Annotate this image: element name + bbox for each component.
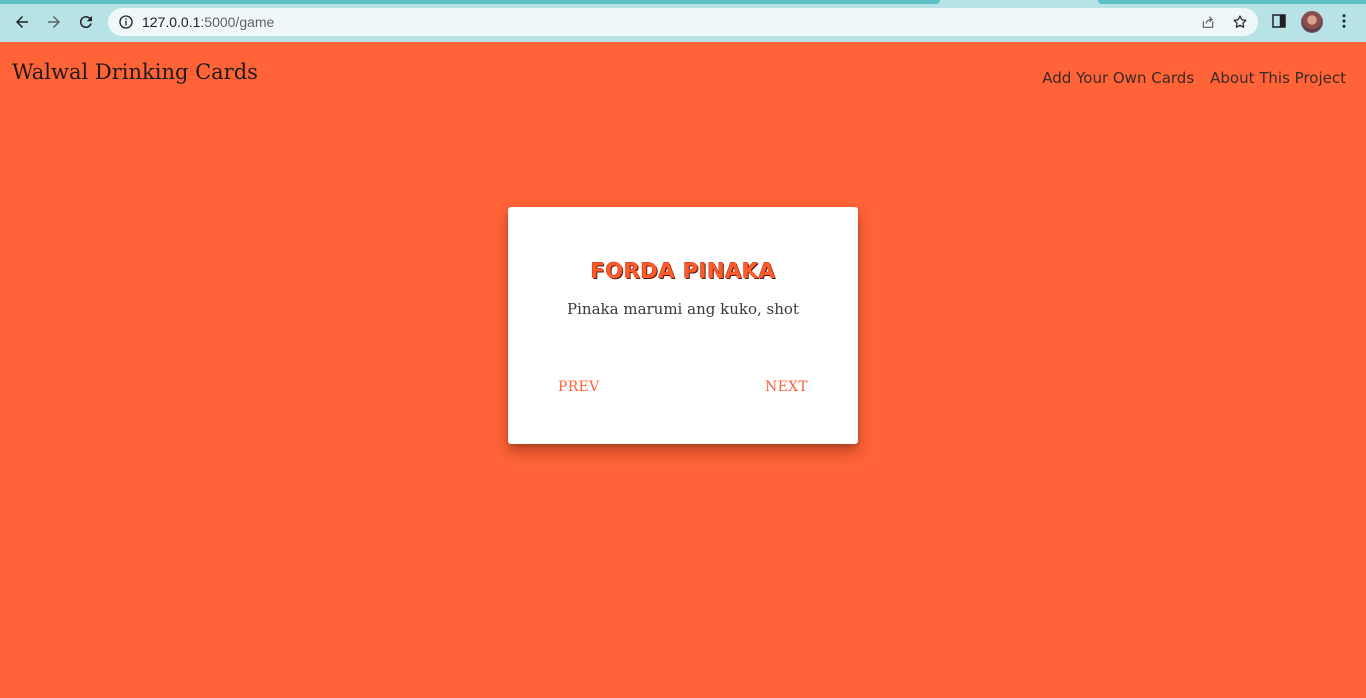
tab-strip-accent bbox=[0, 0, 940, 4]
side-panel-icon[interactable] bbox=[1270, 12, 1288, 30]
avatar[interactable] bbox=[1301, 11, 1323, 33]
info-icon[interactable] bbox=[118, 14, 134, 30]
reload-button[interactable] bbox=[75, 11, 97, 33]
bookmark-star-icon[interactable] bbox=[1232, 14, 1248, 30]
site-title[interactable]: Walwal Drinking Cards bbox=[12, 60, 258, 84]
share-icon[interactable] bbox=[1200, 14, 1216, 30]
forward-icon bbox=[48, 16, 60, 28]
nav-about-this-project[interactable]: About This Project bbox=[1210, 69, 1346, 87]
menu-kebab-icon[interactable] bbox=[1335, 12, 1353, 30]
next-button[interactable]: NEXT bbox=[765, 379, 808, 395]
address-bar[interactable]: 127.0.0.1:5000/game bbox=[108, 8, 1258, 36]
card-title: FORDA PINAKA bbox=[590, 259, 776, 283]
url-host: 127.0.0.1 bbox=[142, 14, 201, 30]
url-path: :5000/game bbox=[200, 14, 275, 30]
nav-add-your-own-cards[interactable]: Add Your Own Cards bbox=[1042, 69, 1194, 87]
forward-button[interactable] bbox=[43, 11, 65, 33]
game-card: FORDA PINAKA Pinaka marumi ang kuko, sho… bbox=[508, 207, 858, 444]
browser-toolbar: 127.0.0.1:5000/game bbox=[0, 0, 1366, 42]
back-button[interactable] bbox=[11, 11, 33, 33]
tab-strip-accent-right bbox=[1098, 0, 1366, 4]
card-prompt: Pinaka marumi ang kuko, shot bbox=[567, 300, 799, 318]
top-nav: Add Your Own Cards About This Project bbox=[1042, 69, 1346, 87]
prev-button[interactable]: PREV bbox=[558, 379, 600, 395]
back-icon bbox=[16, 16, 28, 28]
reload-icon bbox=[79, 16, 92, 29]
url-text: 127.0.0.1:5000/game bbox=[142, 8, 274, 36]
